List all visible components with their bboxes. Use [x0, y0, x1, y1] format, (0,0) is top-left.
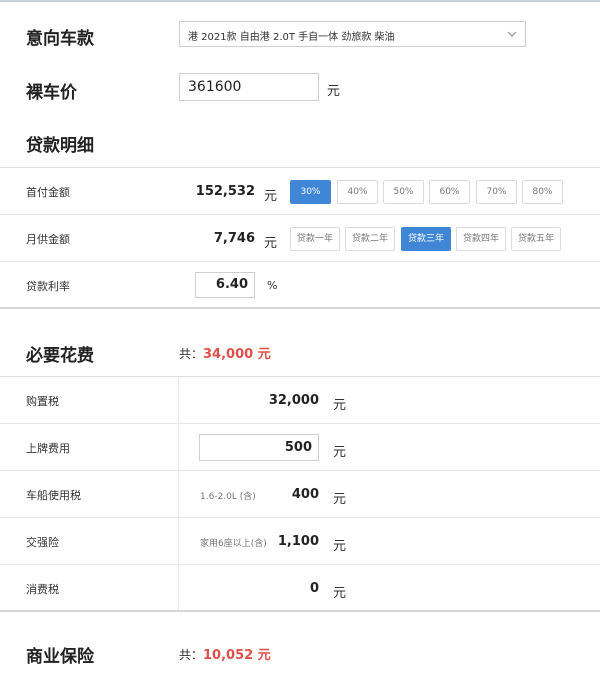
model-select-value: 港 2021款 自由港 2.0T 手自一体 劲旅款 柴油: [188, 32, 395, 43]
plate-fee-input[interactable]: 500: [199, 434, 319, 461]
necessary-total-prefix: 共：: [179, 347, 204, 361]
purchase-tax-row: 购置税 32,000 元: [0, 377, 600, 424]
vehicle-tax-unit: 元: [333, 492, 347, 507]
down-payment-label: 首付金额: [26, 186, 70, 199]
compulsory-insurance-row: 交强险 家用6座以上(含) 1,100 元: [0, 518, 600, 565]
consumption-tax-row: 消费税 0 元: [0, 565, 600, 612]
compulsory-insurance-unit: 元: [333, 539, 347, 554]
loan-term-1y-button[interactable]: 贷款一年: [290, 227, 340, 251]
bare-price-input[interactable]: 361600: [179, 73, 319, 101]
commercial-total: 共：10,052 元: [179, 644, 271, 663]
down-payment-value: 152,532: [195, 184, 255, 199]
commercial-section-title: 商业保险: [26, 647, 94, 667]
monthly-unit: 元: [264, 236, 278, 251]
chevron-down-icon: [507, 31, 517, 37]
model-label: 意向车款: [26, 29, 94, 49]
rate-unit: %: [267, 279, 278, 292]
consumption-tax-unit: 元: [333, 586, 347, 601]
loan-section-title: 贷款明细: [26, 136, 94, 156]
loan-term-5y-button[interactable]: 贷款五年: [511, 227, 561, 251]
purchase-tax-value: 32,000: [268, 393, 319, 408]
compulsory-insurance-note: 家用6座以上(含): [200, 539, 267, 549]
loan-term-2y-button[interactable]: 贷款二年: [345, 227, 395, 251]
down-ratio-80-button[interactable]: 80%: [522, 180, 563, 204]
plate-fee-unit: 元: [333, 445, 347, 460]
loan-term-4y-button[interactable]: 贷款四年: [456, 227, 506, 251]
rate-input[interactable]: 6.40: [195, 272, 255, 298]
vehicle-tax-label: 车船使用税: [26, 489, 81, 502]
purchase-tax-unit: 元: [333, 398, 347, 413]
rate-row: 贷款利率 6.40 %: [0, 262, 600, 309]
plate-fee-label: 上牌费用: [26, 442, 70, 455]
down-ratio-60-button[interactable]: 60%: [429, 180, 470, 204]
vehicle-tax-row: 车船使用税 1.6-2.0L (含) 400 元: [0, 471, 600, 518]
plate-fee-row: 上牌费用 500 元: [0, 424, 600, 471]
bare-price-label: 裸车价: [26, 83, 77, 103]
bare-price-unit: 元: [327, 84, 341, 99]
monthly-row: 月供金额 7,746 元 贷款一年 贷款二年 贷款三年 贷款四年 贷款五年: [0, 215, 600, 262]
consumption-tax-label: 消费税: [26, 583, 59, 596]
model-select[interactable]: 港 2021款 自由港 2.0T 手自一体 劲旅款 柴油: [179, 21, 526, 47]
purchase-tax-label: 购置税: [26, 395, 59, 408]
necessary-table: 购置税 32,000 元 上牌费用 500 元 车船使用税 1.6-2.0L (…: [0, 376, 600, 612]
compulsory-insurance-label: 交强险: [26, 536, 59, 549]
commercial-total-amount: 10,052 元: [203, 648, 271, 663]
necessary-total: 共：34,000 元: [179, 343, 271, 362]
top-divider: [0, 0, 600, 2]
monthly-value: 7,746: [213, 231, 255, 246]
compulsory-insurance-value: 1,100: [277, 534, 319, 549]
consumption-tax-value: 0: [309, 581, 319, 596]
vehicle-tax-value: 400: [291, 487, 319, 502]
loan-table: 首付金额 152,532 元 30% 40% 50% 60% 70% 80% 月…: [0, 167, 600, 309]
down-ratio-40-button[interactable]: 40%: [337, 180, 378, 204]
rate-label: 贷款利率: [26, 280, 70, 293]
monthly-label: 月供金额: [26, 233, 70, 246]
vehicle-tax-note: 1.6-2.0L (含): [200, 492, 256, 502]
down-payment-row: 首付金额 152,532 元 30% 40% 50% 60% 70% 80%: [0, 168, 600, 215]
down-payment-unit: 元: [264, 189, 278, 204]
down-ratio-30-button[interactable]: 30%: [290, 180, 331, 204]
necessary-section-title: 必要花费: [26, 346, 94, 366]
loan-term-3y-button[interactable]: 贷款三年: [401, 227, 451, 251]
necessary-total-amount: 34,000 元: [203, 347, 271, 362]
down-ratio-50-button[interactable]: 50%: [383, 180, 424, 204]
commercial-total-prefix: 共：: [179, 648, 204, 662]
down-ratio-70-button[interactable]: 70%: [476, 180, 517, 204]
